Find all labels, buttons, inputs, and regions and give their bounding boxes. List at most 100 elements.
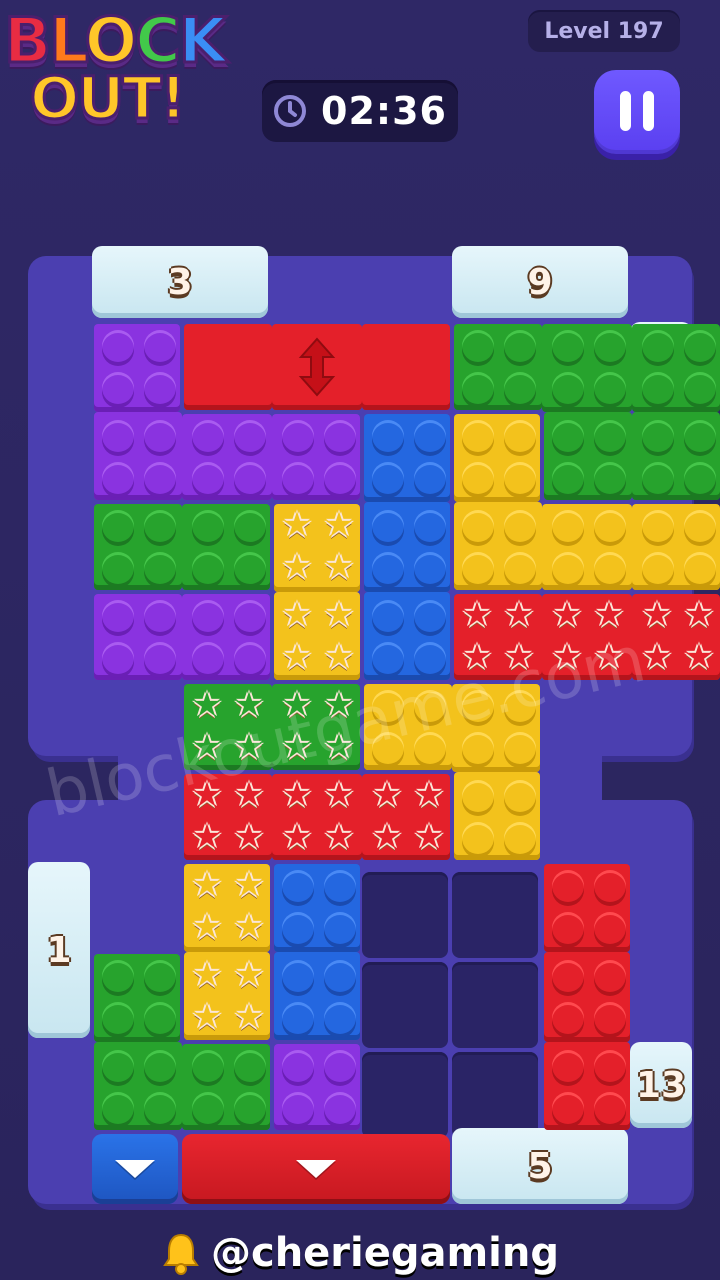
brick-stud [504, 552, 536, 584]
brick-stud [324, 1092, 356, 1124]
brick-stud [594, 1092, 626, 1124]
star-stud-icon: ★ [191, 685, 223, 725]
star-stud-icon: ★ [281, 547, 313, 587]
brick-stud [102, 330, 134, 362]
gate-count: 3 [167, 261, 193, 303]
brick-stud [144, 330, 176, 362]
brick-stud [282, 462, 314, 494]
star-stud-icon: ★ [281, 595, 313, 635]
star-stud-icon: ★ [413, 817, 445, 857]
brick-stud [372, 600, 404, 632]
star-stud-icon: ★ [233, 955, 265, 995]
brick-stud [594, 912, 626, 944]
brick-stud [684, 462, 716, 494]
brick-stud [552, 1092, 584, 1124]
brick-stud [102, 1092, 134, 1124]
brick-stud [144, 1050, 176, 1082]
brick-stud [144, 600, 176, 632]
brick-stud [594, 1050, 626, 1082]
brick-stud [552, 960, 584, 992]
down-arrow-icon [115, 1160, 155, 1178]
brick-stud [462, 780, 494, 812]
brick-stud [324, 870, 356, 902]
brick-stud [504, 372, 536, 404]
exit-gate-top-right: 9 [452, 246, 628, 318]
brick-stud [594, 510, 626, 542]
star-stud-icon: ★ [233, 997, 265, 1037]
gate-count: 5 [527, 1145, 553, 1187]
brick-stud [102, 552, 134, 584]
brick-stud [414, 462, 446, 494]
brick-stud [144, 462, 176, 494]
star-stud-icon: ★ [323, 637, 355, 677]
brick-stud [192, 600, 224, 632]
brick-stud [192, 420, 224, 452]
empty-cell [452, 1052, 538, 1138]
brick-stud [144, 372, 176, 404]
brick-stud [192, 510, 224, 542]
creator-handle: @cheriegaming [210, 1230, 559, 1276]
brick-stud [552, 1050, 584, 1082]
brick-stud [144, 420, 176, 452]
brick-stud [642, 462, 674, 494]
brick-stud [234, 642, 266, 674]
empty-cell [362, 872, 448, 958]
brick-stud [192, 462, 224, 494]
brick-stud [234, 420, 266, 452]
exit-gate-bottom-red [182, 1134, 450, 1204]
bell-icon [163, 1233, 199, 1275]
brick-stud [462, 372, 494, 404]
empty-cell [452, 962, 538, 1048]
brick-stud [552, 1002, 584, 1034]
star-stud-icon: ★ [551, 595, 583, 635]
star-stud-icon: ★ [233, 907, 265, 947]
brick-stud [102, 420, 134, 452]
star-stud-icon: ★ [683, 595, 715, 635]
brick-stud [414, 420, 446, 452]
brick-stud [234, 510, 266, 542]
brick-stud [594, 960, 626, 992]
brick-stud [144, 552, 176, 584]
star-stud-icon: ★ [281, 637, 313, 677]
brick-stud [594, 330, 626, 362]
gate-count: 9 [527, 261, 553, 303]
gate-count: 13 [635, 1064, 687, 1106]
exit-gate-right-lower: 13 [630, 1042, 692, 1128]
star-stud-icon: ★ [191, 907, 223, 947]
brick-stud [504, 330, 536, 362]
brick-stud [234, 462, 266, 494]
brick-stud [684, 510, 716, 542]
brick-stud [372, 420, 404, 452]
brick-stud [282, 1050, 314, 1082]
brick-stud [192, 642, 224, 674]
brick-stud [144, 1092, 176, 1124]
brick-stud [462, 330, 494, 362]
brick-stud [684, 420, 716, 452]
star-stud-icon: ★ [233, 817, 265, 857]
star-stud-icon: ★ [191, 865, 223, 905]
star-stud-icon: ★ [191, 955, 223, 995]
brick-stud [504, 462, 536, 494]
empty-cell [362, 1052, 448, 1138]
brick-stud [372, 552, 404, 584]
star-stud-icon: ★ [683, 637, 715, 677]
brick-stud [414, 552, 446, 584]
brick-stud [102, 642, 134, 674]
brick-stud [282, 1002, 314, 1034]
brick-stud [102, 1050, 134, 1082]
brick-stud [594, 1002, 626, 1034]
star-stud-icon: ★ [503, 595, 535, 635]
brick-stud [462, 420, 494, 452]
brick-stud [642, 552, 674, 584]
down-arrow-icon [296, 1160, 336, 1178]
brick-stud [594, 372, 626, 404]
brick-stud [504, 780, 536, 812]
brick-stud [684, 330, 716, 362]
brick-stud [192, 1050, 224, 1082]
star-stud-icon: ★ [323, 817, 355, 857]
brick-stud [552, 912, 584, 944]
brick-stud [282, 870, 314, 902]
footer: @cheriegaming [0, 1226, 720, 1280]
brick-stud [504, 732, 536, 764]
star-stud-icon: ★ [371, 775, 403, 815]
